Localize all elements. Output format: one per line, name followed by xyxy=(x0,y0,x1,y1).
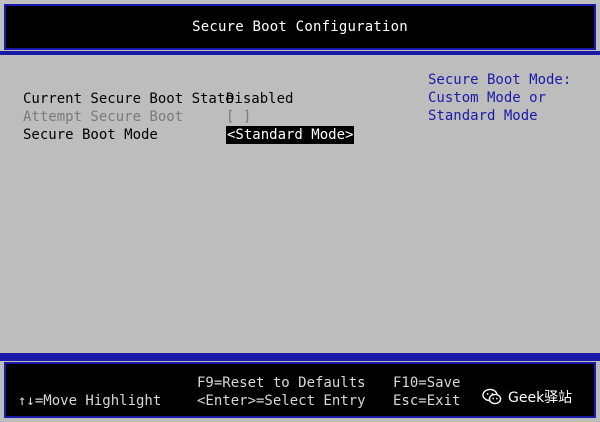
key-move-highlight: ↑↓=Move Highlight xyxy=(18,393,162,409)
settings-panel: Current Secure Boot State Disabled Attem… xyxy=(0,57,600,357)
key-exit: Esc=Exit xyxy=(393,393,461,409)
help-text: Secure Boot Mode: Custom Mode or Standar… xyxy=(428,71,593,125)
help-line: Custom Mode or xyxy=(428,90,547,106)
wechat-icon xyxy=(482,388,502,405)
setting-label: Current Secure Boot State xyxy=(23,91,234,107)
footer-divider xyxy=(0,353,600,361)
watermark: Geek驿站 xyxy=(482,386,572,408)
key-reset-defaults: F9=Reset to Defaults xyxy=(197,375,366,391)
header-area: Secure Boot Configuration xyxy=(0,0,600,57)
key-save: F10=Save xyxy=(393,375,461,391)
setting-value: Disabled xyxy=(226,91,294,107)
secure-boot-mode-select[interactable]: <Standard Mode> xyxy=(226,126,355,144)
key-select-entry: <Enter>=Select Entry xyxy=(197,393,366,409)
watermark-text: Geek驿站 xyxy=(508,390,573,406)
key-help-bar: ↑↓=Move Highlight F9=Reset to Defaults <… xyxy=(4,362,596,418)
header-divider xyxy=(0,51,600,55)
page-title: Secure Boot Configuration xyxy=(192,19,408,35)
help-line: Standard Mode xyxy=(428,108,538,124)
setting-label: Secure Boot Mode xyxy=(23,127,158,143)
title-bar: Secure Boot Configuration xyxy=(4,4,596,50)
setting-label: Attempt Secure Boot xyxy=(23,109,184,125)
attempt-secure-boot-checkbox: [ ] xyxy=(226,109,252,125)
help-line: Secure Boot Mode: xyxy=(428,72,572,88)
